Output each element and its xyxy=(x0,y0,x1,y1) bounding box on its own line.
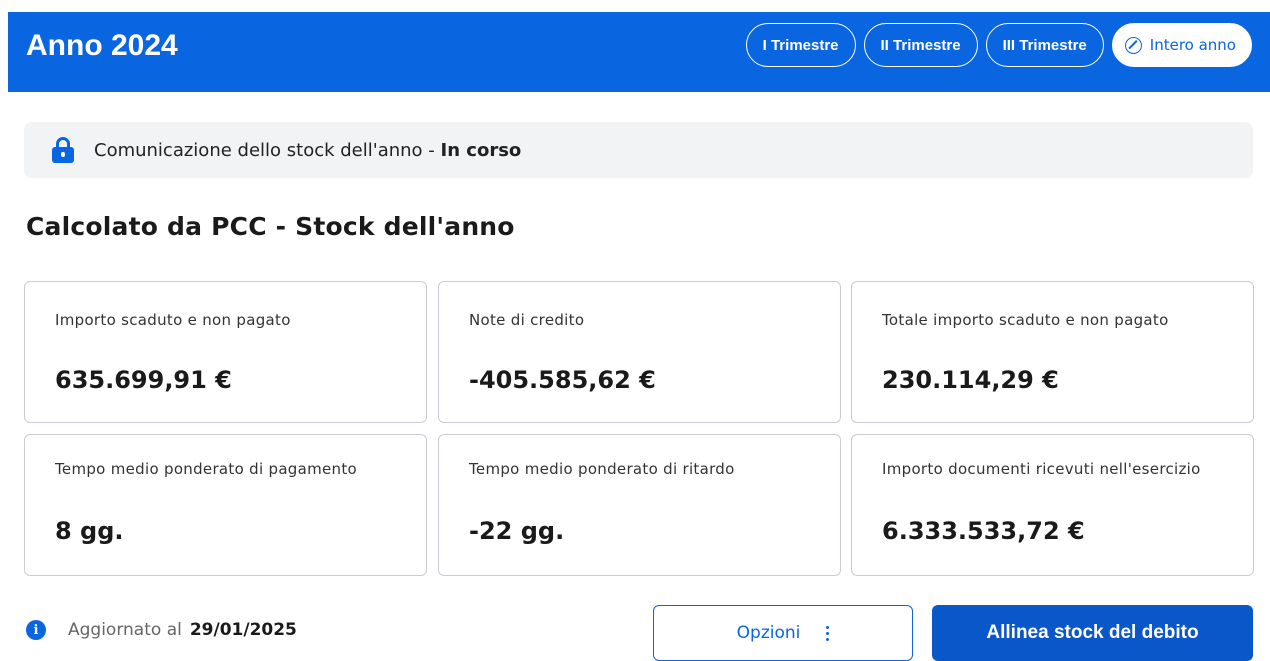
status-message: Comunicazione dello stock dell'anno - In… xyxy=(94,140,521,161)
card-value: 230.114,29 € xyxy=(882,366,1059,394)
status-banner: Comunicazione dello stock dell'anno - In… xyxy=(24,122,1253,178)
tab-full-year[interactable]: Intero anno xyxy=(1111,23,1252,67)
card-documents-received: Importo documenti ricevuti nell'esercizi… xyxy=(851,434,1254,576)
card-label: Importo documenti ricevuti nell'esercizi… xyxy=(882,460,1201,478)
card-value: 635.699,91 € xyxy=(55,366,232,394)
card-label: Importo scaduto e non pagato xyxy=(55,311,291,329)
card-overdue-unpaid: Importo scaduto e non pagato 635.699,91 … xyxy=(24,281,427,423)
info-icon: i xyxy=(26,620,46,640)
card-value: 6.333.533,72 € xyxy=(882,517,1085,545)
more-vertical-icon xyxy=(826,625,830,641)
card-label: Tempo medio ponderato di pagamento xyxy=(55,460,358,478)
status-state: In corso xyxy=(440,139,522,161)
last-updated-info: i Aggiornato al 29/01/2025 xyxy=(26,620,297,640)
page-title: Anno 2024 xyxy=(26,29,178,62)
card-label: Tempo medio ponderato di ritardo xyxy=(469,460,735,478)
card-value: -22 gg. xyxy=(469,517,565,545)
card-total-overdue: Totale importo scaduto e non pagato 230.… xyxy=(851,281,1254,423)
card-value: -405.585,62 € xyxy=(469,366,656,394)
status-text: Comunicazione dello stock dell'anno - xyxy=(94,139,441,161)
section-title: Calcolato da PCC - Stock dell'anno xyxy=(26,212,515,241)
circle-slash-icon xyxy=(1124,36,1142,54)
card-avg-payment-time: Tempo medio ponderato di pagamento 8 gg. xyxy=(24,434,427,576)
tab-first-quarter[interactable]: I Trimestre xyxy=(745,23,856,67)
tab-second-quarter[interactable]: II Trimestre xyxy=(863,23,978,67)
updated-date: 29/01/2025 xyxy=(189,620,297,640)
card-label: Note di credito xyxy=(469,311,585,329)
updated-label: Aggiornato al xyxy=(68,620,182,640)
card-value: 8 gg. xyxy=(55,517,124,545)
period-tabs: I Trimestre II Trimestre III Trimestre I… xyxy=(745,23,1252,67)
options-button-label: Opzioni xyxy=(736,623,801,643)
tab-full-year-label: Intero anno xyxy=(1149,36,1236,54)
align-debt-stock-button[interactable]: Allinea stock del debito xyxy=(932,605,1253,661)
tab-third-quarter[interactable]: III Trimestre xyxy=(985,23,1104,67)
lock-icon xyxy=(52,137,74,163)
card-avg-delay-time: Tempo medio ponderato di ritardo -22 gg. xyxy=(438,434,841,576)
card-credit-notes: Note di credito -405.585,62 € xyxy=(438,281,841,423)
options-button[interactable]: Opzioni xyxy=(653,605,913,661)
card-label: Totale importo scaduto e non pagato xyxy=(882,311,1169,329)
page-header: Anno 2024 I Trimestre II Trimestre III T… xyxy=(8,12,1270,92)
